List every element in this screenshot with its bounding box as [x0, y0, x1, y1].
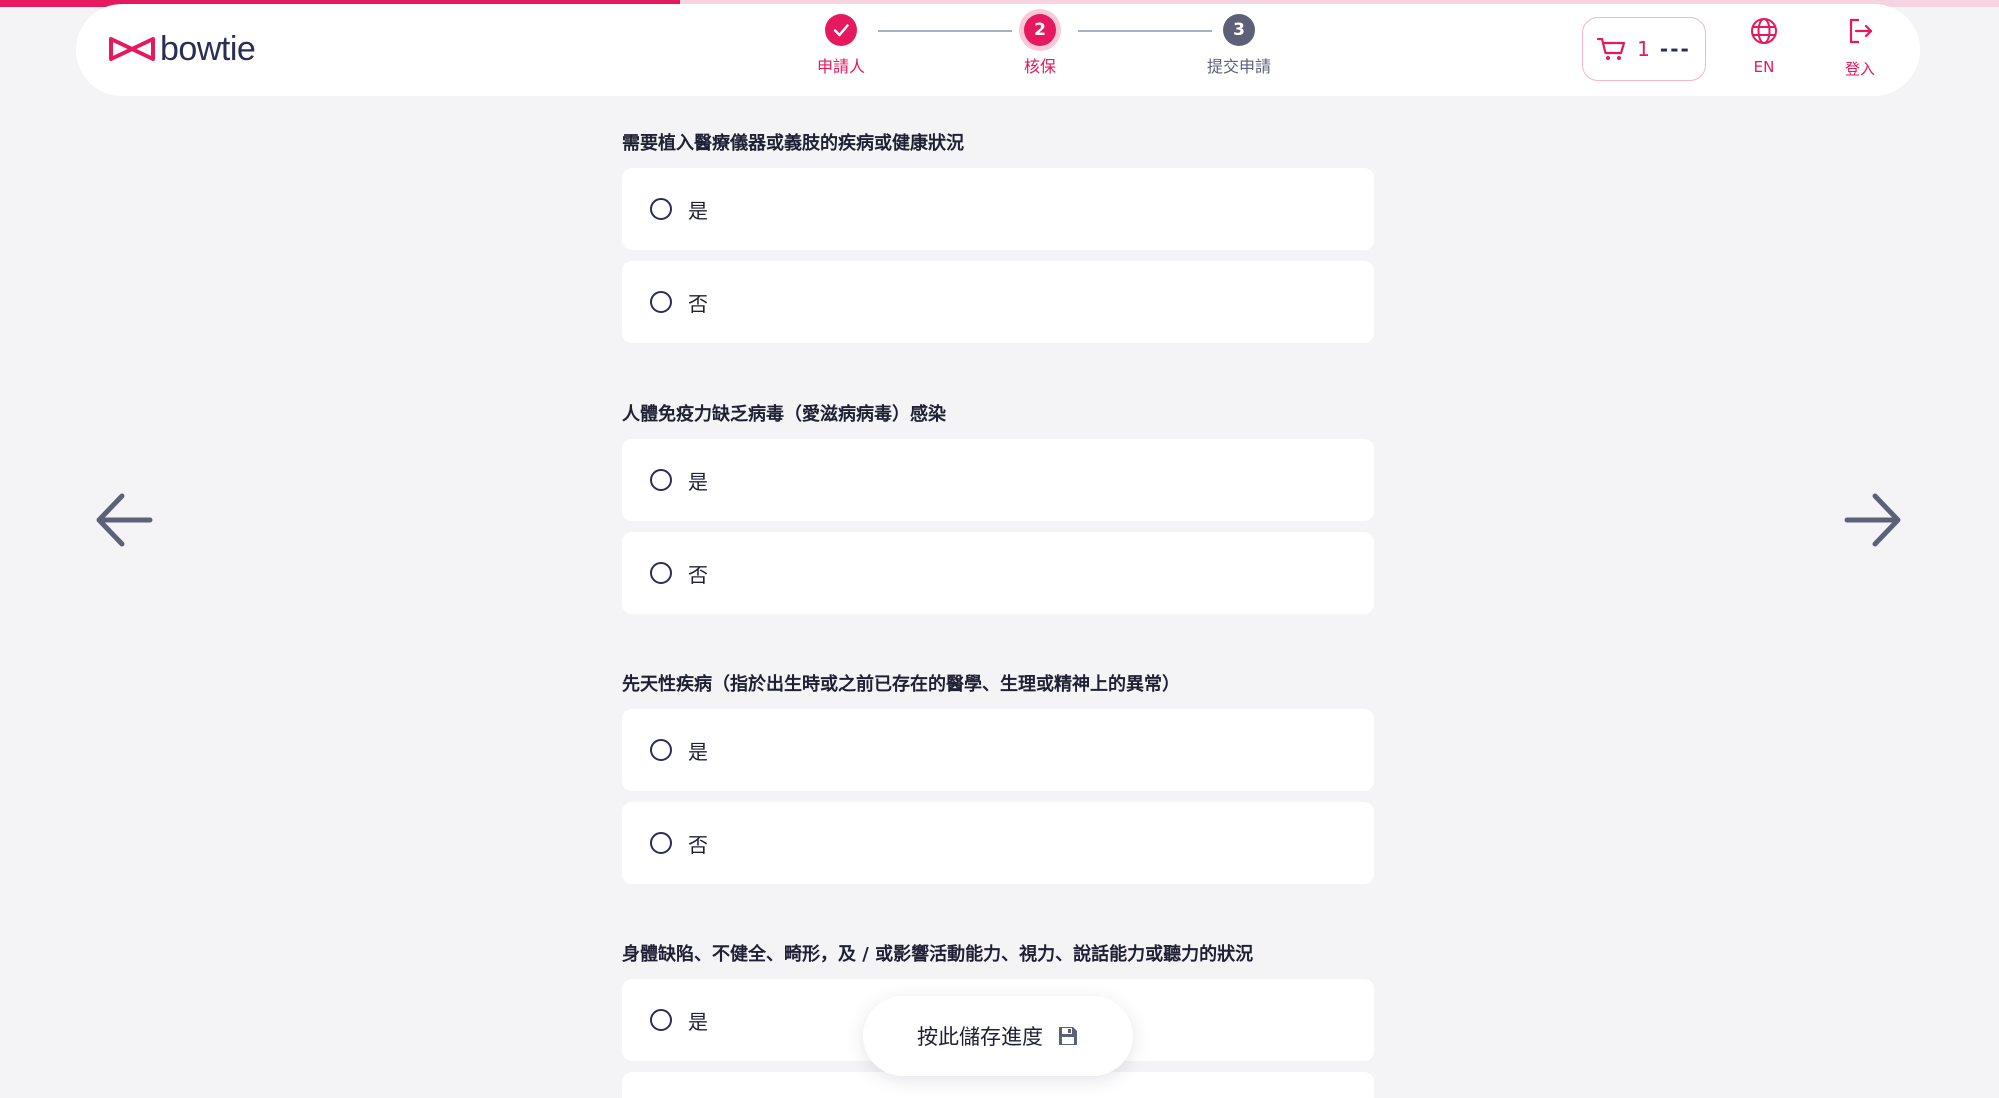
radio-button[interactable] — [650, 832, 672, 854]
step-applicant[interactable]: 申請人 — [781, 14, 901, 77]
step-label: 核保 — [1023, 57, 1056, 76]
step-label: 申請人 — [816, 57, 865, 76]
language-switch[interactable]: EN — [1734, 16, 1794, 76]
login-button[interactable]: 登入 — [1830, 16, 1890, 79]
option-label: 是 — [688, 469, 708, 494]
option-label: 否 — [688, 832, 708, 857]
radio-button[interactable] — [650, 739, 672, 761]
radio-button[interactable] — [650, 291, 672, 313]
bowtie-logo-icon — [109, 37, 155, 61]
cart-icon — [1597, 37, 1626, 60]
option-no[interactable]: 否 — [622, 802, 1374, 884]
next-button[interactable] — [1841, 488, 1905, 552]
cart-count: 1 — [1637, 37, 1650, 61]
step-number: 3 — [1223, 14, 1255, 46]
step-complete-check — [825, 14, 857, 46]
option-label: 否 — [688, 291, 708, 316]
radio-button[interactable] — [650, 1009, 672, 1031]
step-number: 2 — [1024, 14, 1056, 46]
radio-button[interactable] — [650, 562, 672, 584]
step-submit[interactable]: 3 提交申請 — [1179, 14, 1299, 77]
cart-button[interactable]: 1 --- — [1582, 17, 1706, 81]
login-icon — [1849, 18, 1873, 44]
question-title: 先天性疾病（指於出生時或之前已存在的醫學、生理或精神上的異常） — [622, 674, 1180, 695]
question-title: 需要植入醫療儀器或義肢的疾病或健康狀況 — [622, 133, 964, 154]
radio-button[interactable] — [650, 198, 672, 220]
top-header: bowtie 申請人 2 核保 3 提交申請 1 --- EN 登入 — [76, 4, 1920, 96]
floppy-disk-icon — [1059, 1027, 1077, 1045]
radio-button[interactable] — [650, 469, 672, 491]
globe-icon — [1751, 18, 1777, 44]
option-no[interactable]: 否 — [622, 261, 1374, 343]
option-label: 是 — [688, 1009, 708, 1034]
arrow-left-icon — [96, 493, 153, 547]
option-yes[interactable]: 是 — [622, 439, 1374, 521]
question-title: 人體免疫力缺乏病毒（愛滋病病毒）感染 — [622, 404, 946, 425]
arrow-right-icon — [1844, 493, 1901, 547]
step-label: 提交申請 — [1206, 57, 1271, 76]
language-label: EN — [1753, 58, 1775, 76]
question-title: 身體缺陷、不健全、畸形，及 / 或影響活動能力、視力、說話能力或聽力的狀況 — [622, 944, 1254, 965]
option-yes[interactable]: 是 — [622, 709, 1374, 791]
option-no[interactable]: 否 — [622, 532, 1374, 614]
brand-name: bowtie — [160, 30, 256, 68]
application-stepper: 申請人 2 核保 3 提交申請 — [781, 4, 1321, 96]
option-yes[interactable]: 是 — [622, 168, 1374, 250]
save-progress-label: 按此儲存進度 — [917, 1025, 1043, 1049]
bowtie-logo[interactable]: bowtie — [108, 30, 256, 68]
back-button[interactable] — [92, 488, 156, 552]
checkmark-icon — [833, 24, 849, 37]
save-progress-button[interactable]: 按此儲存進度 — [863, 996, 1133, 1076]
option-label: 否 — [688, 562, 708, 587]
step-underwriting[interactable]: 2 核保 — [980, 14, 1100, 77]
login-label: 登入 — [1844, 60, 1875, 78]
option-label: 是 — [688, 739, 708, 764]
cart-total: --- — [1659, 37, 1691, 61]
option-label: 是 — [688, 198, 708, 223]
